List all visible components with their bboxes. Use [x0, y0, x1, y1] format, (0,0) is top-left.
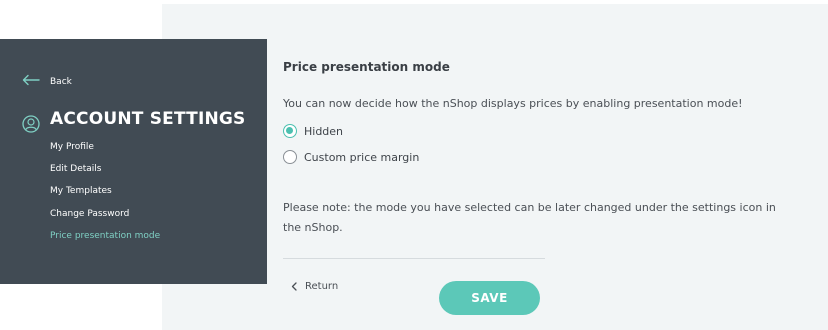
- sidebar: [0, 39, 267, 284]
- sidebar-item-edit-details[interactable]: Edit Details: [50, 164, 102, 174]
- chevron-left-icon: [291, 282, 297, 291]
- back-button[interactable]: [22, 74, 40, 86]
- return-label[interactable]: Return: [305, 281, 338, 292]
- intro-text: You can now decide how the nShop display…: [283, 97, 743, 110]
- option-hidden-label[interactable]: Hidden: [304, 125, 343, 138]
- user-circle-icon: [22, 115, 40, 133]
- sidebar-item-price-presentation-mode[interactable]: Price presentation mode: [50, 231, 160, 241]
- sidebar-item-my-templates[interactable]: My Templates: [50, 186, 112, 196]
- back-label[interactable]: Back: [50, 77, 72, 87]
- divider: [283, 258, 545, 259]
- section-title: Price presentation mode: [283, 60, 450, 74]
- account-settings-title: ACCOUNT SETTINGS: [50, 109, 246, 129]
- arrow-left-icon: [22, 74, 40, 86]
- option-hidden[interactable]: Hidden: [283, 124, 343, 138]
- option-custom-price-margin[interactable]: Custom price margin: [283, 150, 419, 164]
- sidebar-item-change-password[interactable]: Change Password: [50, 209, 129, 219]
- radio-custom-price-margin[interactable]: [283, 150, 297, 164]
- return-link[interactable]: Return: [291, 281, 338, 292]
- option-custom-price-margin-label[interactable]: Custom price margin: [304, 151, 419, 164]
- note-text: Please note: the mode you have selected …: [283, 201, 776, 234]
- sidebar-item-my-profile[interactable]: My Profile: [50, 142, 94, 152]
- radio-hidden[interactable]: [283, 124, 297, 138]
- save-button[interactable]: SAVE: [439, 281, 540, 315]
